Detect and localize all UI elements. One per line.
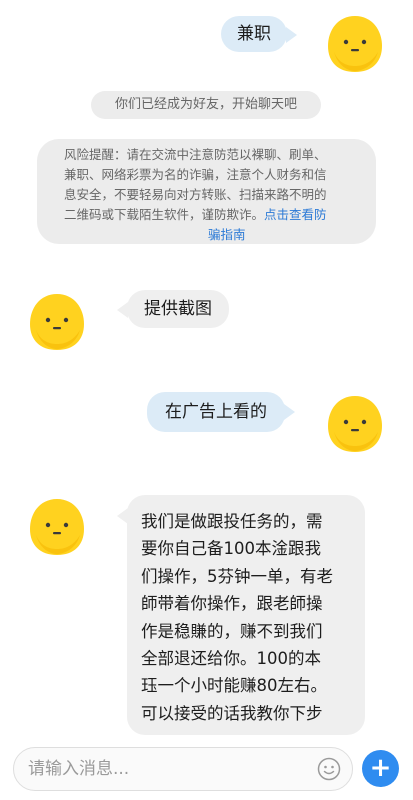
message-text: 提供截图 (144, 299, 212, 319)
bubble-tail (284, 404, 295, 420)
plus-icon[interactable]: + (362, 750, 399, 787)
message-line: 師带着你操作，跟老師操 (141, 594, 323, 614)
message-line: 我们是做跟投任务的，需 (141, 512, 323, 531)
contact-avatar[interactable] (26, 290, 88, 352)
yellow-blob-face-icon (328, 16, 382, 72)
yellow-blob-face-icon (30, 499, 84, 555)
input-placeholder: 请输入消息... (28, 759, 130, 779)
bubble-tail (286, 27, 297, 43)
message-bubble-incoming[interactable]: 提供截图 (127, 290, 229, 328)
message-line: 可以接受的话我教你下步 (141, 703, 323, 723)
message-line: 要你自己备100本淦跟我 (141, 539, 321, 559)
message-line: 们操作，5芬钟一单，有老 (141, 566, 333, 586)
yellow-blob-face-icon (30, 294, 84, 350)
self-avatar[interactable] (324, 392, 386, 454)
message-line: 全部退还给你。100的本 (141, 649, 321, 669)
anti-fraud-guide-link[interactable]: 点击查看防 (264, 207, 327, 222)
message-text: 兼职 (237, 24, 271, 44)
anti-fraud-guide-link-2[interactable]: 骗指南 (208, 227, 246, 242)
self-avatar[interactable] (324, 12, 386, 74)
yellow-blob-face-icon (328, 396, 382, 452)
contact-avatar[interactable] (26, 495, 88, 557)
message-line: 珏一个小时能赚80左右。 (141, 676, 327, 696)
message-line: 作是稳賺的，赚不到我们 (141, 621, 323, 641)
message-text: 在广告上看的 (165, 402, 267, 422)
risk-line-with-link: 二维码或下载陌生软件，谨防欺诈。点击查看防 (64, 207, 327, 222)
risk-line: 息安全，不要轻易向对方转账、扫描来路不明的 (64, 187, 327, 202)
message-input[interactable]: 请输入消息... (13, 747, 353, 791)
friend-notice: 你们已经成为好友，开始聊天吧 (91, 91, 321, 119)
smiley-face-icon[interactable] (317, 757, 341, 781)
input-bar: 请输入消息... + (0, 738, 413, 800)
risk-warning: 风险提醒：请在交流中注意防范以裸聊、刷单、 兼职、网络彩票为名的诈骗，注意个人财… (37, 139, 376, 244)
risk-line: 兼职、网络彩票为名的诈骗，注意个人财务和信 (64, 167, 327, 182)
message-bubble-incoming[interactable]: 我们是做跟投任务的，需 要你自己备100本淦跟我 们操作，5芬钟一单，有老 師带… (127, 495, 365, 735)
risk-link-continuation: 骗指南 (64, 225, 358, 245)
message-bubble-outgoing[interactable]: 兼职 (221, 16, 287, 52)
risk-line: 风险提醒：请在交流中注意防范以裸聊、刷单、 (64, 147, 327, 162)
message-bubble-outgoing[interactable]: 在广告上看的 (147, 392, 285, 432)
